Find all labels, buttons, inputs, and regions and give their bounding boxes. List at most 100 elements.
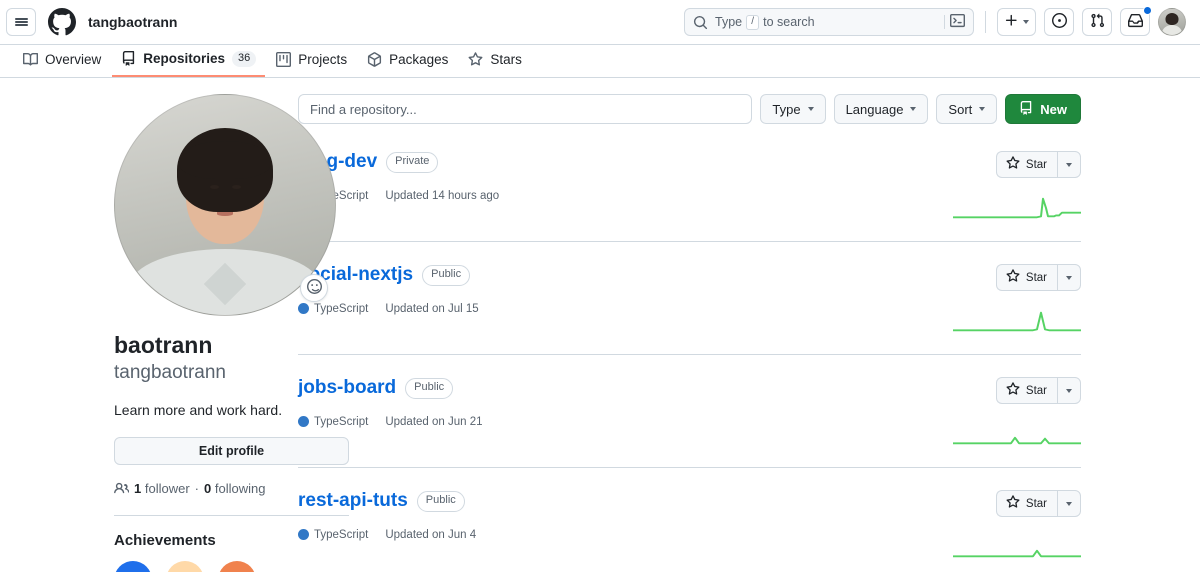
inbox-notifications-button[interactable] (1120, 6, 1152, 36)
header-owner-name[interactable]: tangbaotrann (88, 14, 177, 30)
chevron-down-icon (979, 107, 986, 111)
star-button[interactable]: Star (995, 151, 1057, 178)
profile-sidebar: baotrann tangbaotrann Learn more and wor… (14, 78, 349, 572)
pull-requests-button[interactable] (1082, 8, 1112, 36)
language-filter-button[interactable]: Language (833, 94, 929, 124)
star-button[interactable]: Star (995, 490, 1057, 517)
create-new-button[interactable] (997, 8, 1036, 36)
tab-label: Projects (298, 51, 348, 67)
star-icon (1006, 495, 1020, 512)
pull-request-icon (1090, 13, 1105, 31)
star-button-group: Star (995, 490, 1081, 517)
chevron-down-icon (1066, 388, 1072, 393)
star-button-label: Star (1025, 384, 1047, 397)
followers-count: 1 (134, 481, 142, 497)
issue-opened-icon (1051, 13, 1067, 31)
commit-activity-sparkline (953, 311, 1081, 332)
tab-label: Stars (490, 51, 522, 67)
star-options-button[interactable] (1057, 490, 1081, 517)
followers-link[interactable]: 1 follower (134, 481, 190, 496)
star-button-label: Star (1025, 271, 1047, 284)
repository-updated-time: Updated 14 hours ago (385, 189, 500, 202)
type-filter-label: Type (772, 101, 801, 117)
star-button[interactable]: Star (995, 377, 1057, 404)
new-repository-button[interactable]: New (1005, 94, 1081, 124)
repository-meta: TypeScript Updated on Jun 4 (298, 529, 951, 541)
star-options-button[interactable] (1057, 377, 1081, 404)
repository-filter-bar: Type Language Sort New (298, 94, 1081, 124)
header-right-actions: Type / to search (684, 6, 1186, 36)
hamburger-menu-button[interactable] (6, 8, 36, 36)
repository-name-link[interactable]: jobs-board (298, 377, 396, 400)
issues-button[interactable] (1044, 8, 1074, 36)
find-repository-input[interactable] (298, 94, 753, 124)
repository-language[interactable]: TypeScript (298, 529, 368, 541)
repository-name-line: rest-api-tuts Public (298, 490, 951, 513)
chevron-down-icon (1066, 275, 1072, 280)
set-status-button[interactable] (300, 274, 328, 302)
star-icon (468, 52, 483, 67)
star-button-group: Star (995, 264, 1081, 291)
tab-overview[interactable]: Overview (14, 52, 110, 77)
repository-meta: TypeScript Updated 14 hours ago (298, 190, 951, 202)
chevron-down-icon (1066, 501, 1072, 506)
repository-visibility-badge: Public (405, 378, 454, 399)
repository-info: jobs-board Public TypeScript Updated on Jun… (298, 377, 951, 428)
chevron-down-icon (1066, 162, 1072, 167)
star-button[interactable]: Star (995, 264, 1057, 291)
avatar-container (114, 94, 336, 316)
search-hint-before: Type (715, 15, 743, 29)
language-color-dot (298, 416, 309, 428)
repository-info: rest-api-tuts Public TypeScript Updated on … (298, 490, 951, 541)
search-input[interactable]: Type / to search (684, 8, 974, 36)
people-icon (114, 481, 130, 497)
repository-info: social-nextjs Public TypeScript Updated on … (298, 264, 951, 315)
command-palette-button[interactable] (944, 13, 965, 31)
tab-stars[interactable]: Stars (459, 52, 531, 77)
language-color-dot (298, 529, 309, 541)
yolo-badge[interactable] (218, 560, 256, 572)
smiley-icon (306, 279, 322, 297)
sort-filter-button[interactable]: Sort (936, 94, 998, 124)
new-button-label: New (1040, 101, 1067, 117)
chevron-down-icon (910, 107, 917, 111)
repository-meta: TypeScript Updated on Jun 21 (298, 416, 951, 428)
user-avatar-button[interactable] (1158, 8, 1186, 36)
search-hint-after: to search (763, 15, 815, 29)
repository-actions: Star (951, 377, 1081, 447)
star-options-button[interactable] (1057, 151, 1081, 178)
tab-packages[interactable]: Packages (358, 52, 457, 77)
commit-activity-sparkline (953, 197, 1081, 219)
pull-shark-badge[interactable] (114, 560, 152, 572)
repo-icon (1019, 100, 1033, 118)
repository-row: blog-dev Private TypeScript Updated 14 hour… (298, 131, 1081, 241)
language-filter-label: Language (845, 101, 904, 117)
star-icon (1006, 156, 1020, 173)
star-options-button[interactable] (1057, 264, 1081, 291)
tab-projects[interactable]: Projects (267, 52, 356, 77)
quickdraw-badge[interactable] (166, 560, 204, 572)
repository-name-link[interactable]: rest-api-tuts (298, 490, 408, 513)
repository-updated-time: Updated on Jul 15 (385, 302, 479, 315)
language-label: TypeScript (314, 415, 369, 428)
repository-language[interactable]: TypeScript (298, 416, 368, 428)
repo-icon (121, 51, 136, 67)
chevron-down-icon (807, 107, 814, 111)
plus-icon (1004, 13, 1019, 31)
tab-repositories[interactable]: Repositories 36 (112, 50, 266, 77)
tab-label: Packages (389, 51, 449, 67)
book-icon (23, 52, 38, 67)
github-logo-icon[interactable] (48, 8, 76, 36)
package-icon (367, 52, 382, 67)
repository-name-line: jobs-board Public (298, 377, 951, 400)
repository-name-line: blog-dev Private (298, 151, 951, 174)
commit-activity-sparkline (953, 549, 1081, 558)
following-link[interactable]: 0 following (204, 481, 265, 496)
tab-label: Overview (45, 51, 102, 67)
following-label: following (214, 481, 266, 497)
repository-row: rest-api-tuts Public TypeScript Updated on … (298, 467, 1081, 572)
type-filter-button[interactable]: Type (760, 94, 826, 124)
notification-indicator (1143, 6, 1152, 15)
divider (944, 15, 945, 29)
header-divider (985, 11, 986, 33)
